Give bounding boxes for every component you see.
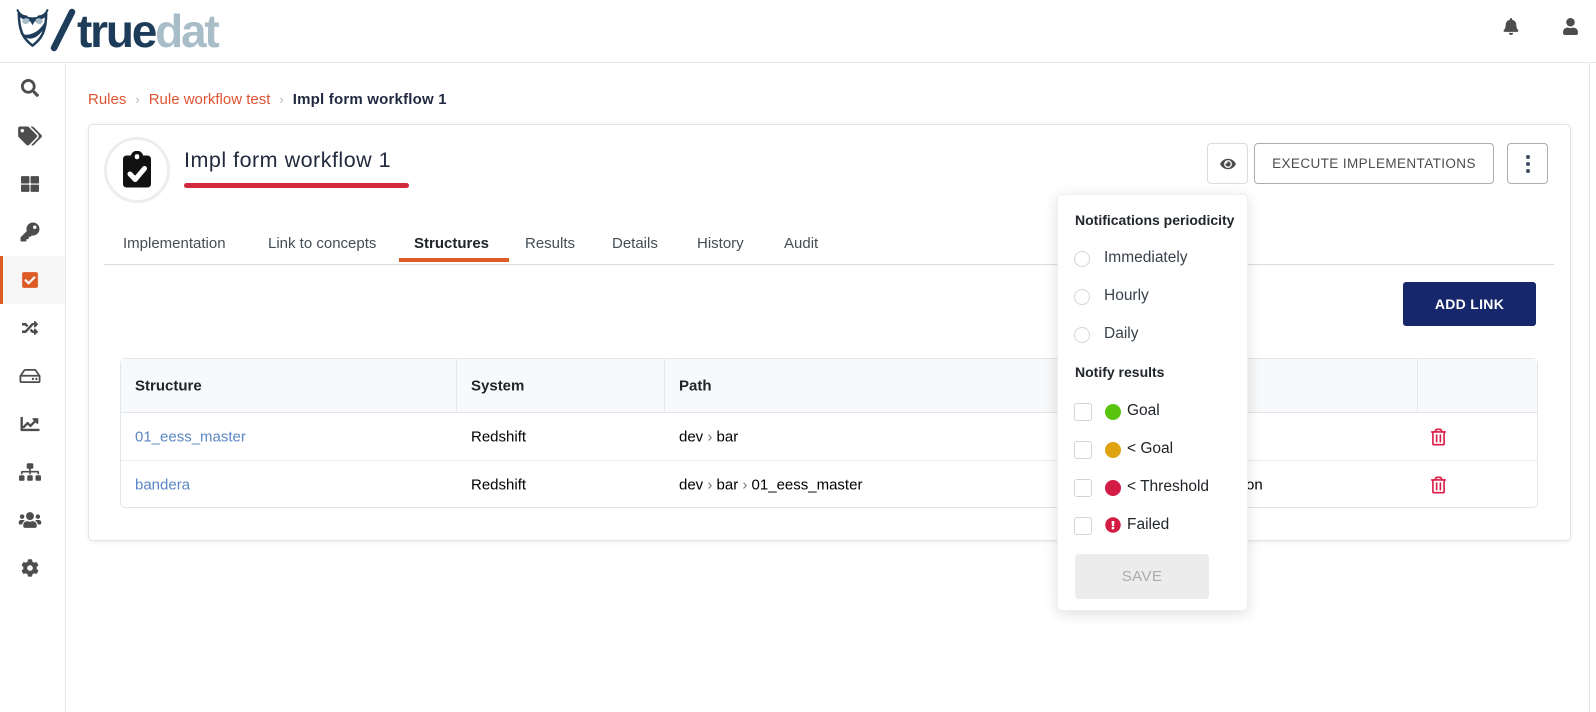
svg-text:truedat: truedat: [77, 8, 219, 52]
